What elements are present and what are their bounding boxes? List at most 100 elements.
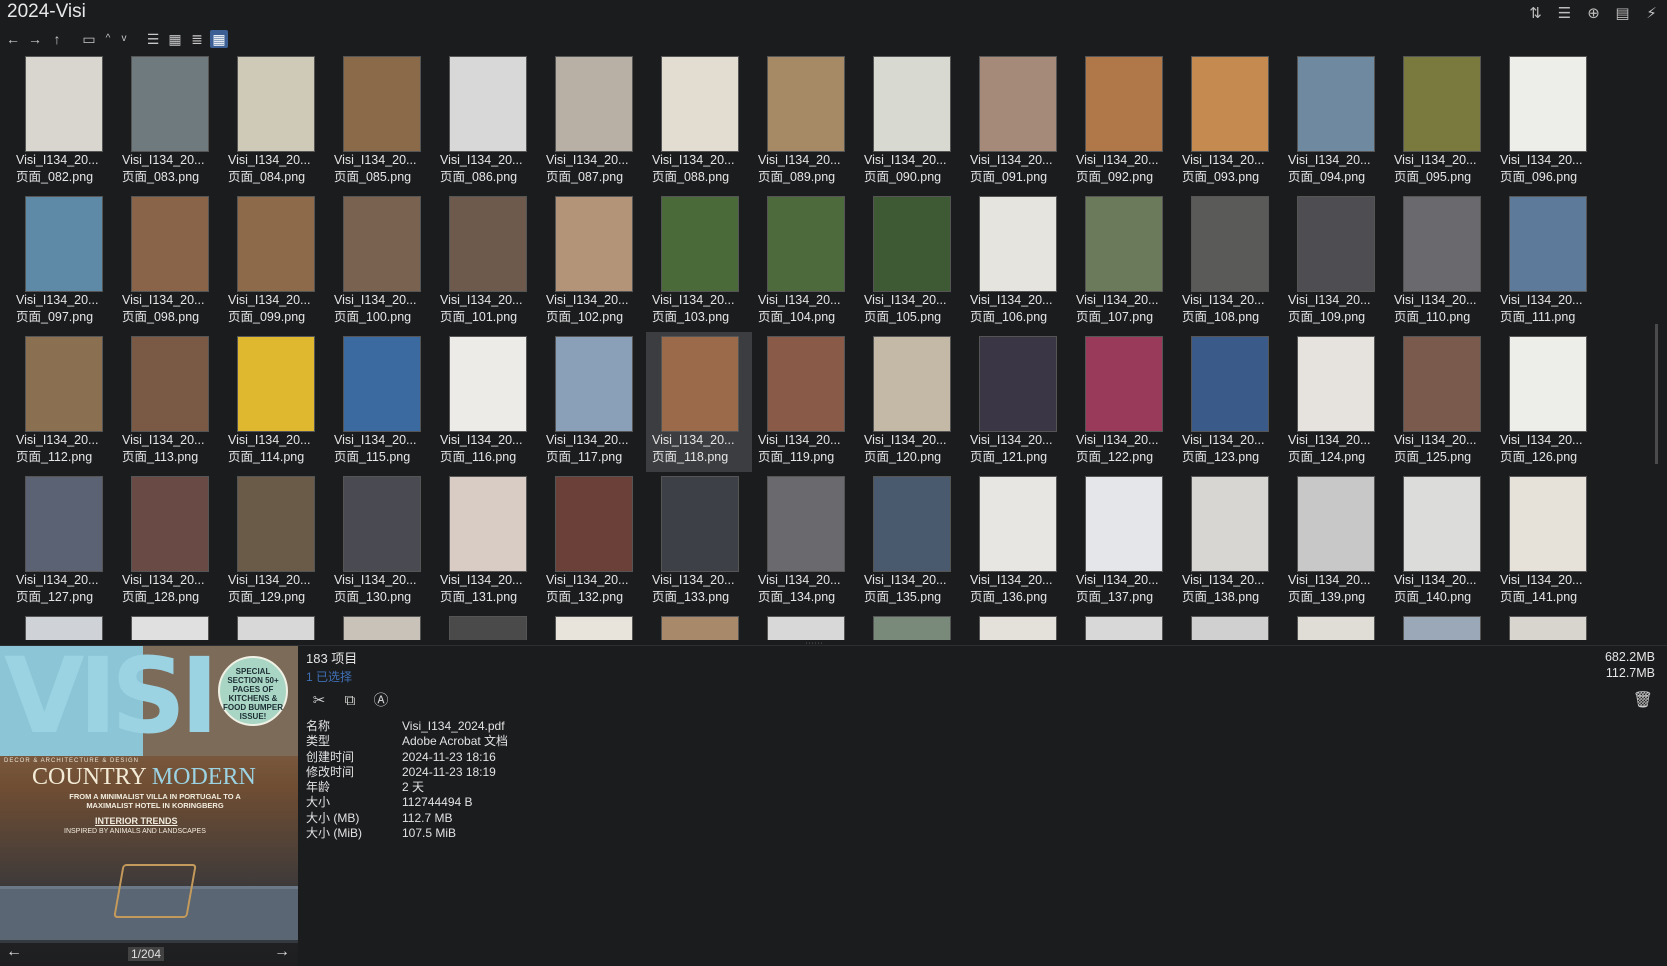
file-item[interactable]: Visi_I134_20... 页面_118.png [646,332,752,472]
file-item[interactable]: Visi_I134_20... 页面_093.png [1176,52,1282,192]
file-item[interactable]: Visi_I134_20... 页面_099.png [222,192,328,332]
list-view-icon[interactable]: ≣ [188,30,206,48]
file-item[interactable]: Visi_I134_20... 页面_085.png [328,52,434,192]
file-item[interactable]: Visi_I134_20... 页面_116.png [434,332,540,472]
file-item[interactable] [10,612,116,640]
vertical-scrollbar[interactable] [1653,52,1661,640]
file-item[interactable]: Visi_I134_20... 页面_109.png [1282,192,1388,332]
file-item[interactable]: Visi_I134_20... 页面_123.png [1176,332,1282,472]
back-arrow-icon[interactable]: ← [4,30,22,48]
list-view-icon[interactable]: ☰ [1555,4,1574,23]
file-item[interactable]: Visi_I134_20... 页面_086.png [434,52,540,192]
file-item[interactable]: Visi_I134_20... 页面_117.png [540,332,646,472]
cut-icon[interactable]: ✂ [310,692,328,710]
file-item[interactable]: Visi_I134_20... 页面_088.png [646,52,752,192]
file-item[interactable]: Visi_I134_20... 页面_131.png [434,472,540,612]
file-item[interactable]: Visi_I134_20... 页面_105.png [858,192,964,332]
grid-view-icon[interactable]: ▦ [210,30,228,48]
file-item[interactable]: Visi_I134_20... 页面_128.png [116,472,222,612]
file-item[interactable]: Visi_I134_20... 页面_107.png [1070,192,1176,332]
file-item[interactable]: Visi_I134_20... 页面_140.png [1388,472,1494,612]
file-item[interactable]: Visi_I134_20... 页面_126.png [1494,332,1600,472]
file-item[interactable]: Visi_I134_20... 页面_138.png [1176,472,1282,612]
file-item[interactable] [646,612,752,640]
chevron-up-icon[interactable]: ^ [102,30,114,48]
file-item[interactable]: Visi_I134_20... 页面_115.png [328,332,434,472]
file-item[interactable]: Visi_I134_20... 页面_092.png [1070,52,1176,192]
file-item[interactable] [434,612,540,640]
file-item[interactable]: Visi_I134_20... 页面_106.png [964,192,1070,332]
details-view-icon[interactable]: ☰ [144,30,162,48]
file-item[interactable]: Visi_I134_20... 页面_110.png [1388,192,1494,332]
file-item[interactable] [1388,612,1494,640]
file-item[interactable]: Visi_I134_20... 页面_082.png [10,52,116,192]
up-arrow-icon[interactable]: ↑ [48,30,66,48]
forward-arrow-icon[interactable]: → [26,30,44,48]
file-item[interactable]: Visi_I134_20... 页面_098.png [116,192,222,332]
copy-icon[interactable]: ⧉ [341,692,359,710]
file-item[interactable]: Visi_I134_20... 页面_090.png [858,52,964,192]
file-item[interactable]: Visi_I134_20... 页面_089.png [752,52,858,192]
file-item[interactable]: Visi_I134_20... 页面_129.png [222,472,328,612]
file-item[interactable]: Visi_I134_20... 页面_133.png [646,472,752,612]
file-item[interactable] [540,612,646,640]
file-item[interactable]: Visi_I134_20... 页面_112.png [10,332,116,472]
file-item[interactable]: Visi_I134_20... 页面_111.png [1494,192,1600,332]
file-item[interactable] [116,612,222,640]
file-item[interactable]: Visi_I134_20... 页面_134.png [752,472,858,612]
file-item[interactable]: Visi_I134_20... 页面_094.png [1282,52,1388,192]
file-item[interactable]: Visi_I134_20... 页面_091.png [964,52,1070,192]
file-item[interactable]: Visi_I134_20... 页面_120.png [858,332,964,472]
file-item[interactable]: Visi_I134_20... 页面_095.png [1388,52,1494,192]
file-item[interactable]: Visi_I134_20... 页面_084.png [222,52,328,192]
file-item[interactable]: Visi_I134_20... 页面_137.png [1070,472,1176,612]
scrollbar-thumb[interactable] [1655,324,1658,464]
file-item[interactable]: Visi_I134_20... 页面_119.png [752,332,858,472]
file-item[interactable]: Visi_I134_20... 页面_136.png [964,472,1070,612]
file-item[interactable]: Visi_I134_20... 页面_132.png [540,472,646,612]
tiles-view-icon[interactable]: ▦ [166,30,184,48]
file-item[interactable] [328,612,434,640]
file-item[interactable]: Visi_I134_20... 页面_100.png [328,192,434,332]
file-item[interactable]: Visi_I134_20... 页面_125.png [1388,332,1494,472]
file-item[interactable]: Visi_I134_20... 页面_141.png [1494,472,1600,612]
folder-icon[interactable]: ▭ [80,30,98,48]
file-name: Visi_I134_20... 页面_100.png [334,293,417,324]
file-item[interactable]: Visi_I134_20... 页面_127.png [10,472,116,612]
next-page-icon[interactable]: → [274,943,290,961]
delete-icon[interactable]: 🗑 [1633,690,1653,710]
file-item[interactable]: Visi_I134_20... 页面_103.png [646,192,752,332]
file-item[interactable] [1282,612,1388,640]
add-icon[interactable]: ⊕ [1584,4,1603,23]
file-item[interactable]: Visi_I134_20... 页面_101.png [434,192,540,332]
file-item[interactable]: Visi_I134_20... 页面_113.png [116,332,222,472]
file-item[interactable] [222,612,328,640]
rename-icon[interactable]: Ⓐ [372,692,390,710]
file-item[interactable]: Visi_I134_20... 页面_121.png [964,332,1070,472]
clipboard-icon[interactable]: ▤ [1613,4,1632,23]
file-item[interactable]: Visi_I134_20... 页面_102.png [540,192,646,332]
file-item[interactable]: Visi_I134_20... 页面_135.png [858,472,964,612]
file-item[interactable]: Visi_I134_20... 页面_130.png [328,472,434,612]
file-item[interactable]: Visi_I134_20... 页面_104.png [752,192,858,332]
file-item[interactable]: Visi_I134_20... 页面_124.png [1282,332,1388,472]
file-item[interactable]: Visi_I134_20... 页面_096.png [1494,52,1600,192]
chevron-down-icon[interactable]: v [118,30,130,48]
file-item[interactable]: Visi_I134_20... 页面_087.png [540,52,646,192]
file-item[interactable]: Visi_I134_20... 页面_097.png [10,192,116,332]
file-item[interactable]: Visi_I134_20... 页面_114.png [222,332,328,472]
file-item[interactable] [1176,612,1282,640]
file-item[interactable] [858,612,964,640]
previous-page-icon[interactable]: ← [6,943,22,961]
file-item[interactable] [964,612,1070,640]
file-item[interactable]: Visi_I134_20... 页面_139.png [1282,472,1388,612]
pin-icon[interactable]: ⚡ [1642,4,1661,23]
file-item[interactable]: Visi_I134_20... 页面_083.png [116,52,222,192]
file-item[interactable] [752,612,858,640]
file-item[interactable] [1494,612,1600,640]
file-item[interactable] [1070,612,1176,640]
file-item[interactable]: Visi_I134_20... 页面_122.png [1070,332,1176,472]
sort-icon[interactable]: ⇅ [1526,4,1545,23]
file-item[interactable]: Visi_I134_20... 页面_108.png [1176,192,1282,332]
selected-count[interactable]: 1 已选择 [306,668,357,685]
